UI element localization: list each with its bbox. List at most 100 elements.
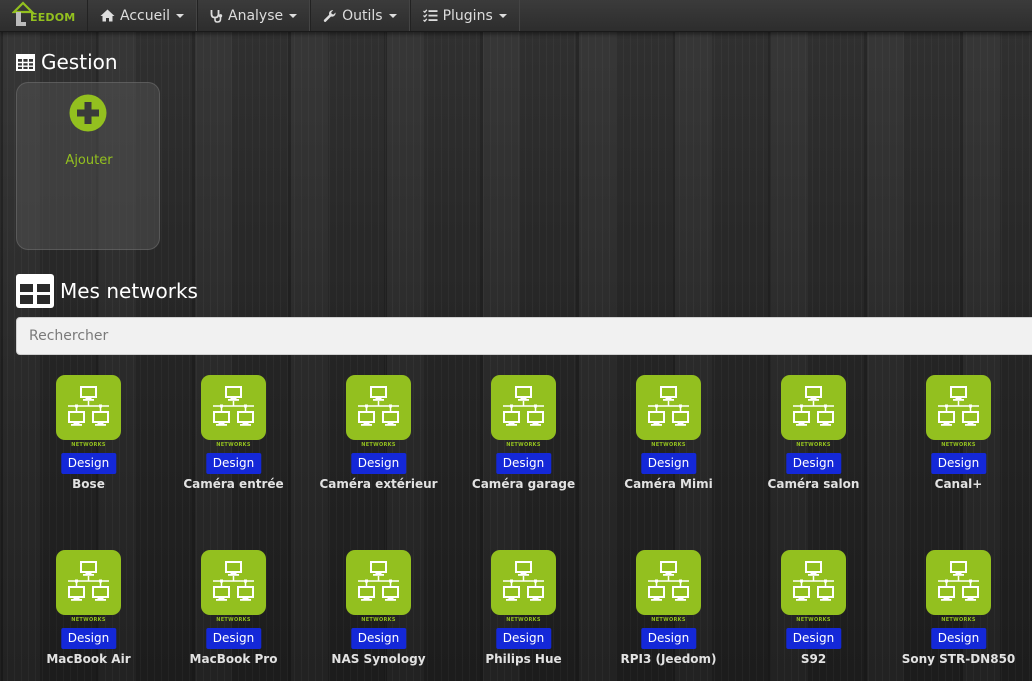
tasks-icon [422,9,438,22]
table-icon [16,53,35,71]
network-topology-icon [793,561,834,601]
equipment-name: Caméra salon [767,477,860,491]
equipment-name: MacBook Air [46,652,131,666]
network-equipment-icon [346,375,411,440]
icon-caption: NETWORKS [216,617,251,623]
add-equipment-card[interactable]: Ajouter [16,82,160,250]
network-topology-icon [358,386,399,426]
design-badge[interactable]: Design [930,628,987,649]
icon-caption: NETWORKS [651,442,686,448]
network-equipment-icon [346,550,411,615]
equipment-card[interactable]: NETWORKS Design Caméra extérieur [306,375,451,505]
equipment-name: RPI3 (Jeedom) [620,652,717,666]
gestion-heading: Gestion [16,50,118,74]
icon-caption: NETWORKS [71,442,106,448]
network-equipment-icon [781,550,846,615]
network-topology-icon [938,561,979,601]
equipment-card[interactable]: NETWORKS Design Caméra Mimi [596,375,741,505]
network-equipment-icon [201,550,266,615]
equipment-card[interactable]: NETWORKS Design Caméra entrée [161,375,306,505]
icon-caption: NETWORKS [361,617,396,623]
design-badge[interactable]: Design [60,628,117,649]
equipment-name: Caméra garage [471,477,576,491]
network-topology-icon [648,561,689,601]
chevron-down-icon [388,13,397,18]
icon-caption: NETWORKS [71,617,106,623]
network-equipment-icon [636,375,701,440]
grid-icon [16,274,54,308]
equipment-name: Bose [72,477,105,491]
jeedom-logo[interactable]: EEDOM [10,0,80,30]
equipment-name: Caméra extérieur [319,477,438,491]
icon-caption: NETWORKS [796,617,831,623]
design-badge[interactable]: Design [640,628,697,649]
network-topology-icon [503,561,544,601]
equipment-card[interactable]: NETWORKS Design Sony STR-DN850 [886,550,1031,680]
equipment-card[interactable]: NETWORKS Design Caméra salon [741,375,886,505]
network-topology-icon [213,386,254,426]
network-topology-icon [68,561,109,601]
design-badge[interactable]: Design [785,453,842,474]
equipment-card[interactable]: NETWORKS Design NAS Synology [306,550,451,680]
equipment-name: S92 [800,652,827,666]
equipment-card[interactable]: NETWORKS Design MacBook Air [16,550,161,680]
stethoscope-icon [210,9,223,23]
network-equipment-icon [56,550,121,615]
design-badge[interactable]: Design [495,628,552,649]
network-topology-icon [213,561,254,601]
networks-title: Mes networks [60,279,198,303]
nav-outils[interactable]: Outils [310,0,410,31]
nav-accueil[interactable]: Accueil [87,0,197,31]
design-badge[interactable]: Design [640,453,697,474]
network-equipment-icon [636,550,701,615]
network-equipment-icon [926,550,991,615]
equipment-name: Philips Hue [485,652,562,666]
brand-text: EEDOM [30,11,76,24]
icon-caption: NETWORKS [796,442,831,448]
design-badge[interactable]: Design [495,453,552,474]
icon-caption: NETWORKS [941,617,976,623]
network-topology-icon [648,386,689,426]
equipment-card[interactable]: NETWORKS Design S92 [741,550,886,680]
top-navbar: EEDOM Accueil Analyse Outils Plugins [0,0,1032,32]
design-badge[interactable]: Design [60,453,117,474]
equipment-card[interactable]: NETWORKS Design RPI3 (Jeedom) [596,550,741,680]
icon-caption: NETWORKS [506,617,541,623]
design-badge[interactable]: Design [205,628,262,649]
network-equipment-icon [201,375,266,440]
nav-analyse[interactable]: Analyse [197,0,311,31]
network-topology-icon [358,561,399,601]
equipment-card[interactable]: NETWORKS Design Bose [16,375,161,505]
nav-plugins-label: Plugins [442,7,493,24]
network-equipment-icon [491,375,556,440]
equipment-card[interactable]: NETWORKS Design Caméra garage [451,375,596,505]
icon-caption: NETWORKS [361,442,396,448]
chevron-down-icon [176,13,184,18]
equipment-card[interactable]: NETWORKS Design Canal+ [886,375,1031,505]
chevron-down-icon [289,13,298,18]
home-icon [100,9,115,22]
nav-plugins[interactable]: Plugins [409,0,520,31]
search-input[interactable] [16,317,1032,355]
nav-accueil-label: Accueil [120,7,170,24]
equipment-name: Caméra Mimi [624,477,713,491]
equipment-name: Canal+ [934,477,983,491]
design-badge[interactable]: Design [785,628,842,649]
design-badge[interactable]: Design [205,453,262,474]
wrench-icon [323,9,336,22]
design-badge[interactable]: Design [930,453,987,474]
equipment-card[interactable]: NETWORKS Design Philips Hue [451,550,596,680]
main-menu: Accueil Analyse Outils Plugins [87,0,520,31]
network-equipment-icon [491,550,556,615]
gestion-title: Gestion [41,50,118,74]
equipment-name: MacBook Pro [189,652,278,666]
network-equipment-icon [781,375,846,440]
network-topology-icon [503,386,544,426]
icon-caption: NETWORKS [651,617,686,623]
network-topology-icon [938,386,979,426]
design-badge[interactable]: Design [350,453,407,474]
equipment-card[interactable]: NETWORKS Design MacBook Pro [161,550,306,680]
icon-caption: NETWORKS [216,442,251,448]
network-topology-icon [793,386,834,426]
design-badge[interactable]: Design [350,628,407,649]
